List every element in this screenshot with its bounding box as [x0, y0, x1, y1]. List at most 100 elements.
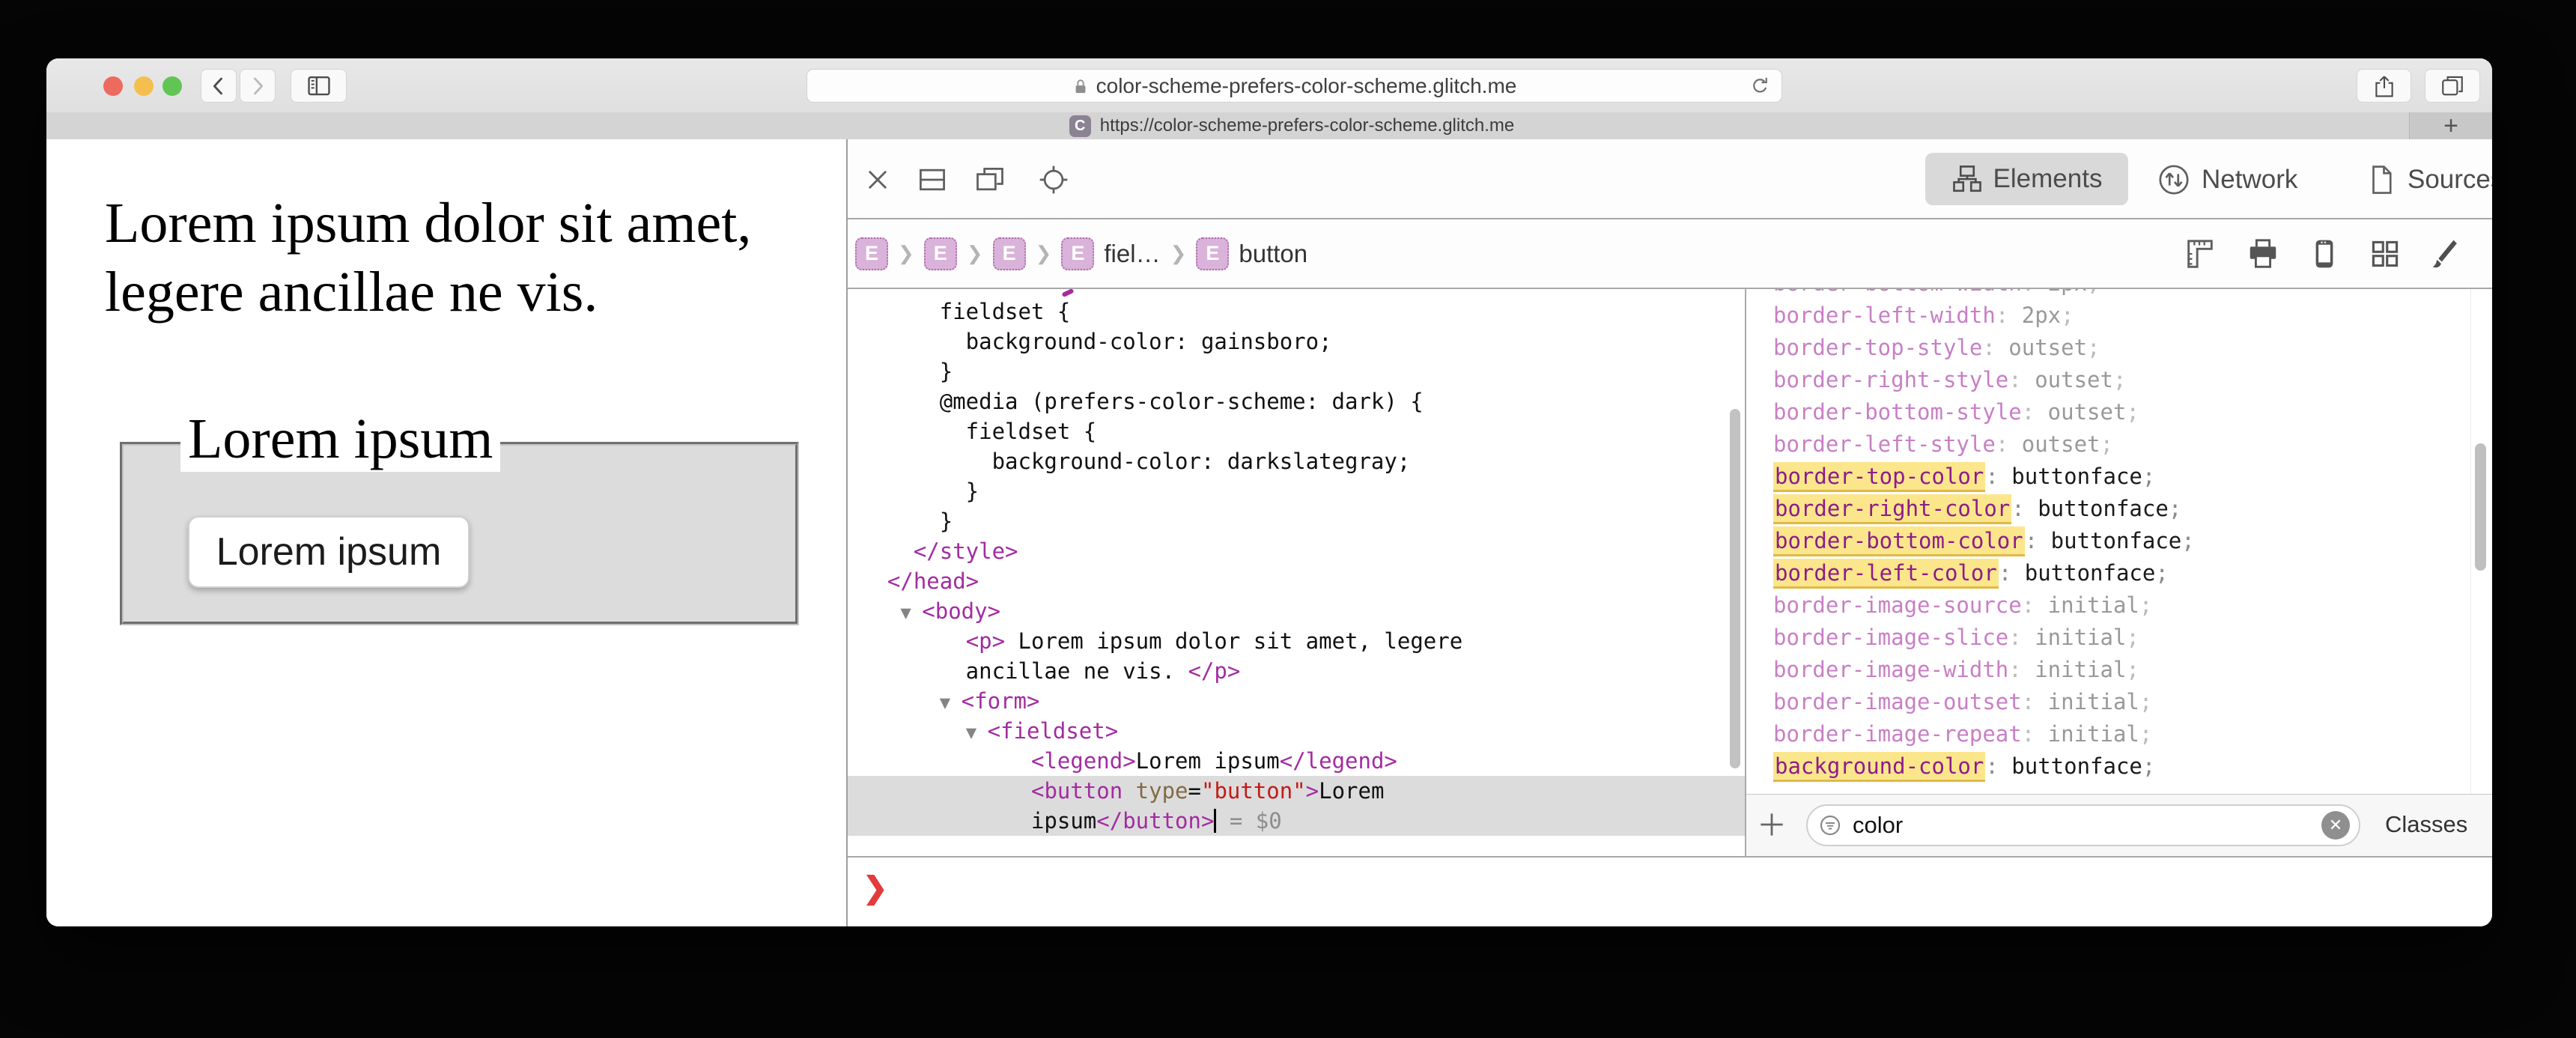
css-property-name[interactable]: border-left-style [1773, 431, 1996, 457]
tab-overview-button[interactable] [2425, 69, 2480, 103]
tab-network[interactable]: Network [2157, 139, 2297, 219]
css-property-name[interactable]: border-left-color [1773, 559, 1999, 589]
css-property-value[interactable]: initial [2048, 592, 2139, 618]
breadcrumb-item-button[interactable]: button [1239, 240, 1307, 268]
tab-active[interactable]: C https://color-scheme-prefers-color-sch… [46, 112, 2410, 139]
css-property-name[interactable]: border-top-style [1773, 335, 1982, 360]
css-property-row[interactable]: border-left-style: outset; [1773, 428, 2447, 461]
breadcrumb-item-fieldset[interactable]: fiel… [1104, 240, 1160, 268]
breadcrumb-element-badge[interactable]: E [855, 237, 888, 270]
css-property-row[interactable]: border-image-slice: initial; [1773, 622, 2447, 654]
css-property-value[interactable]: 2px [2048, 289, 2087, 296]
zoom-window-button[interactable] [162, 76, 182, 96]
css-property-value[interactable]: initial [2035, 625, 2126, 650]
css-property-name[interactable]: border-image-slice [1773, 625, 2008, 650]
print-emulation-icon[interactable] [2246, 237, 2280, 271]
css-property-name[interactable]: border-image-source [1773, 592, 2022, 618]
css-property-name[interactable]: border-image-outset [1773, 689, 2022, 714]
styles-scrollbar-thumb[interactable] [2475, 443, 2486, 571]
dom-tree-line[interactable]: <p> Lorem ipsum dolor sit amet, legere [848, 626, 1745, 656]
css-property-row[interactable]: border-top-style: outset; [1773, 332, 2447, 364]
css-property-value[interactable]: initial [2048, 721, 2139, 747]
console-prompt-row[interactable]: ❯ [848, 856, 2492, 926]
css-property-name[interactable]: border-image-width [1773, 657, 2008, 682]
tab-sources[interactable]: Sources [2366, 139, 2492, 219]
element-picker-button[interactable] [1037, 139, 1070, 219]
css-property-name[interactable]: border-image-repeat [1773, 721, 2022, 747]
paint-flashing-icon[interactable] [2430, 237, 2461, 270]
css-property-row[interactable]: border-image-outset: initial; [1773, 686, 2447, 718]
device-emulation-icon[interactable] [2309, 237, 2340, 271]
breadcrumb-element-badge[interactable]: E [992, 237, 1026, 270]
css-property-value[interactable]: buttonface [2038, 496, 2169, 521]
sidebar-toggle-button[interactable] [291, 69, 347, 103]
css-property-row[interactable]: border-bottom-style: outset; [1773, 396, 2447, 428]
clear-filter-button[interactable]: ✕ [2321, 811, 2350, 840]
css-property-row[interactable]: border-bottom-color: buttonface; [1773, 525, 2447, 557]
styles-filter-input[interactable]: color ✕ [1806, 804, 2360, 846]
css-property-value[interactable]: buttonface [2025, 560, 2156, 586]
add-rule-button[interactable] [1755, 808, 1788, 841]
css-property-name[interactable]: border-bottom-color [1773, 526, 2025, 556]
dom-tree-line-selected[interactable]: ipsum</button> = $0 [848, 806, 1745, 836]
classes-toggle-button[interactable]: Classes [2385, 811, 2467, 838]
dom-tree-line[interactable]: } [848, 356, 1745, 386]
minimize-window-button[interactable] [134, 76, 154, 96]
share-button[interactable] [2357, 69, 2411, 103]
url-bar[interactable]: color-scheme-prefers-color-scheme.glitch… [806, 69, 1782, 103]
undock-button[interactable] [973, 139, 1006, 219]
css-property-value[interactable]: outset [2008, 335, 2087, 360]
css-property-value[interactable]: buttonface [2051, 528, 2182, 553]
css-property-name[interactable]: border-left-width [1773, 303, 1996, 328]
dom-tree-line[interactable]: } [848, 506, 1745, 536]
new-tab-button[interactable]: + [2409, 112, 2492, 140]
css-property-name[interactable]: border-right-color [1773, 494, 2012, 524]
css-property-row[interactable]: border-top-color: buttonface; [1773, 461, 2447, 493]
breadcrumb-element-badge[interactable]: E [1061, 237, 1095, 270]
css-property-row[interactable]: border-right-color: buttonface; [1773, 493, 2447, 525]
css-property-row[interactable]: border-right-style: outset; [1773, 364, 2447, 396]
css-property-name[interactable]: border-bottom-style [1773, 399, 2022, 425]
dom-tree-line[interactable]: </style> [848, 536, 1745, 566]
dom-tree-line[interactable]: } [848, 476, 1745, 506]
css-property-row[interactable]: border-image-source: initial; [1773, 589, 2447, 622]
css-property-value[interactable]: outset [2048, 399, 2127, 425]
dom-tree-line[interactable]: ▼ <fieldset> [848, 716, 1745, 746]
css-property-row[interactable]: border-image-width: initial; [1773, 654, 2447, 686]
css-property-row[interactable]: background-color: buttonface; [1773, 750, 2447, 783]
reload-icon[interactable] [1749, 75, 1771, 97]
dom-tree-line[interactable]: ▼ <body> [848, 596, 1745, 626]
dom-tree-line[interactable]: fieldset { [848, 416, 1745, 446]
css-property-row[interactable]: border-left-width: 2px; [1773, 300, 2447, 332]
css-property-row[interactable]: border-bottom-width: 2px; [1773, 289, 2447, 300]
css-property-value[interactable]: outset [2022, 431, 2100, 457]
dom-tree-line-selected[interactable]: <button type="button">Lorem [848, 776, 1745, 806]
css-property-row[interactable]: border-image-repeat: initial; [1773, 718, 2447, 750]
css-property-value[interactable]: initial [2035, 657, 2126, 682]
close-devtools-button[interactable] [863, 139, 892, 219]
close-window-button[interactable] [103, 76, 123, 96]
dock-side-button[interactable] [916, 139, 949, 219]
dom-tree-line[interactable]: background-color: darkslategray; [848, 446, 1745, 476]
dom-tree-line[interactable]: ancillae ne vis. </p> [848, 656, 1745, 686]
dom-tree-line[interactable]: ▼ <form> [848, 686, 1745, 716]
ruler-icon[interactable] [2183, 237, 2217, 271]
css-property-value[interactable]: initial [2048, 689, 2139, 714]
dom-tree-line[interactable]: background-color: gainsboro; [848, 327, 1745, 356]
dom-tree-line[interactable]: <legend>Lorem ipsum</legend> [848, 746, 1745, 776]
breadcrumb-element-badge[interactable]: E [923, 237, 957, 270]
page-button[interactable]: Lorem ipsum [188, 516, 470, 588]
css-property-value[interactable]: 2px [2022, 303, 2061, 328]
css-property-row[interactable]: border-left-color: buttonface; [1773, 557, 2447, 589]
dom-tree-line[interactable]: </head> [848, 566, 1745, 596]
css-property-name[interactable]: border-right-style [1773, 367, 2008, 392]
css-property-value[interactable]: buttonface [2011, 753, 2142, 779]
forward-button[interactable] [240, 69, 276, 103]
dom-tree-line[interactable]: @media (prefers-color-scheme: dark) { [848, 386, 1745, 416]
css-property-name[interactable]: border-top-color [1773, 462, 1986, 492]
css-property-name[interactable]: background-color [1773, 752, 1986, 782]
css-property-value[interactable]: buttonface [2011, 464, 2142, 489]
css-property-value[interactable]: outset [2035, 367, 2113, 392]
grid-overlay-icon[interactable] [2369, 237, 2402, 270]
code-scrollbar-thumb[interactable] [1730, 409, 1740, 768]
